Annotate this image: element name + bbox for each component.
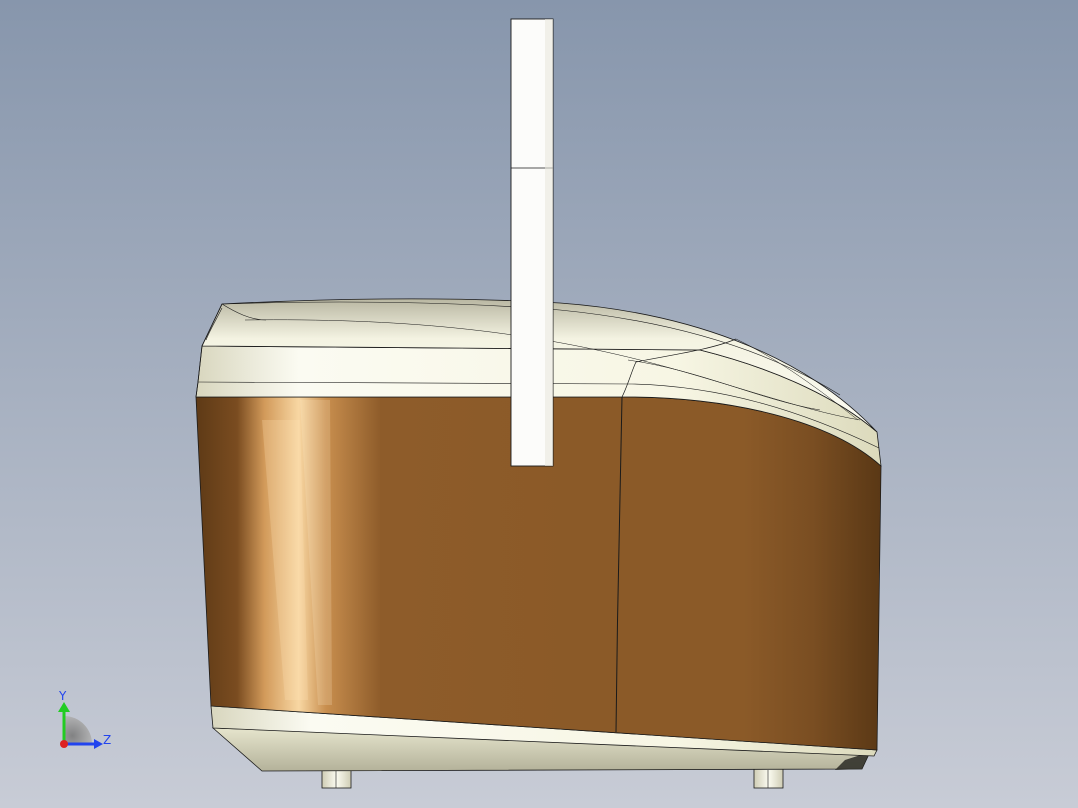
z-axis-label: Z [103, 733, 111, 747]
graphics-viewport[interactable]: Y Z [0, 0, 1078, 808]
handle[interactable] [510, 18, 554, 467]
x-axis-dot [60, 740, 68, 748]
model-canvas[interactable]: Y Z [0, 0, 1078, 808]
rear-foot [753, 767, 784, 789]
y-axis-label: Y [58, 689, 67, 703]
